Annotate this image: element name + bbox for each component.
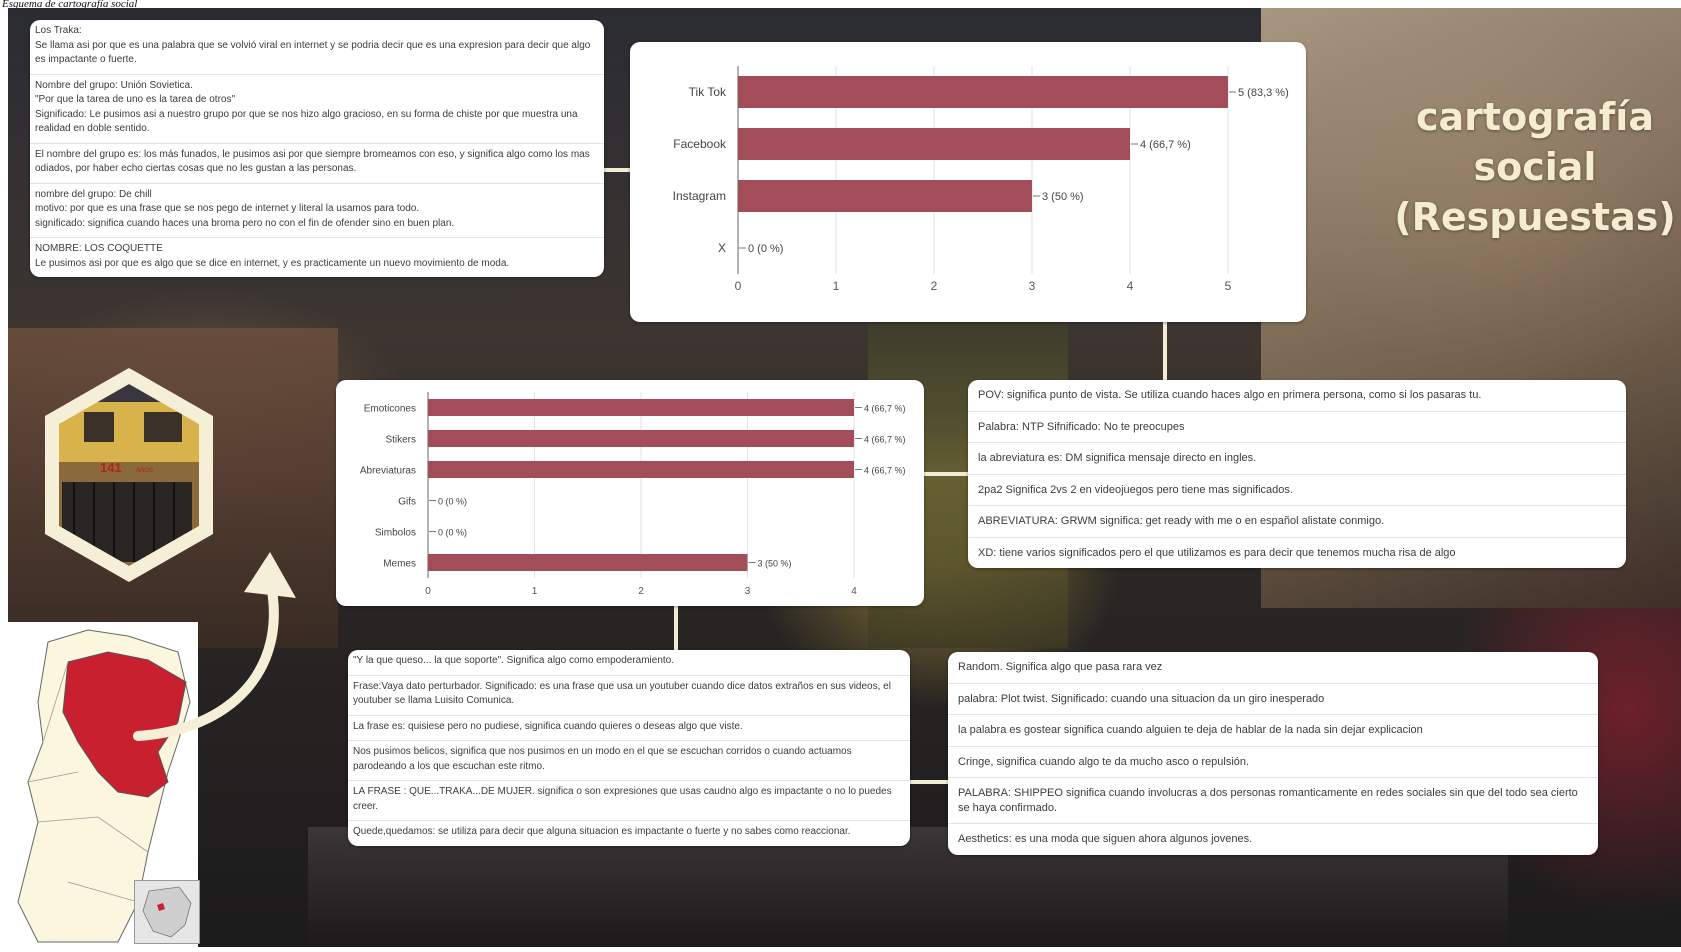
category-label: Simbolos [375,528,416,539]
response-entry: La frase es: quisiese pero no pudiese, s… [348,716,910,741]
title-line: social [1473,145,1597,189]
x-tick-label: 2 [638,586,644,597]
data-label: 4 (66,7 %) [864,435,906,445]
category-label: Gifs [398,497,416,508]
category-label: Abreviaturas [360,466,416,477]
response-entry: 2pa2 Significa 2vs 2 en videojuegos pero… [968,475,1626,506]
connector-line [920,472,970,476]
response-entry: Palabra: NTP Sifnificado: No te preocupe… [968,412,1626,443]
response-entry: XD: tiene varios significados pero el qu… [978,546,1456,559]
response-entry: Random. Significa algo que pasa rara vez [948,652,1598,684]
x-tick-label: 0 [425,586,431,597]
bar [428,554,748,571]
bar [738,128,1130,160]
response-entry: Los Traka: Se llama asi por que es una p… [30,20,604,75]
response-entry: ABREVIATURA: GRWM significa: get ready w… [968,506,1626,538]
bar [428,399,854,416]
category-label: Memes [383,559,416,570]
response-entry: Nombre del grupo: Unión Sovietica. "Por … [30,75,604,144]
category-label: Stikers [385,435,416,446]
connector-line [674,606,678,650]
x-tick-label: 3 [1029,279,1036,293]
title-line: (Respuestas) [1394,195,1676,239]
x-tick-label: 2 [931,279,938,293]
x-tick-label: 1 [833,279,840,293]
x-tick-label: 4 [1127,279,1134,293]
connector-line [910,780,948,784]
response-entry: NOMBRE: LOS COQUETTE Le pusimos asi por … [35,243,510,269]
figure-caption: Esquema de cartografía social [2,0,138,8]
bar [428,461,854,478]
data-label: 0 (0 %) [438,497,467,507]
response-entry: Quede,quedamos: se utiliza para decir qu… [353,826,851,837]
data-label: 4 (66,7 %) [1140,139,1191,151]
panel-group-names: Los Traka: Se llama asi por que es una p… [30,20,604,277]
page-title: cartografía social (Respuestas) [1370,92,1681,242]
arrow-icon [133,552,296,741]
panel-phrases: "Y la que queso... la que soporte". Sign… [348,650,910,846]
data-label: 4 (66,7 %) [864,466,906,476]
title-line: cartografía [1416,95,1654,139]
category-label: Tik Tok [689,85,727,99]
sign-label: AÑOS [136,467,153,474]
response-entry: "Y la que queso... la que soporte". Sign… [348,650,910,676]
data-label: 0 (0 %) [748,243,783,255]
data-label: 3 (50 %) [1042,191,1084,203]
response-entry: nombre del grupo: De chill motivo: por q… [30,184,604,238]
panel-abbreviations: POV: significa punto de vista. Se utiliz… [968,380,1626,568]
chart-svg: 0 1 2 3 4 Emoticones 4 (66,7 %) Stikers 4 (66,7 … [360,392,906,597]
response-entry: palabra: Plot twist. Significado: cuando… [948,684,1598,715]
category-label: Emoticones [364,404,416,415]
response-entry: la abreviatura es: DM significa mensaje … [968,443,1626,475]
bar [428,430,854,447]
response-entry: Cringe, significa cuando algo te da much… [948,747,1598,778]
response-entry: LA FRASE : QUE...TRAKA...DE MUJER. signi… [348,781,910,821]
response-entry: POV: significa punto de vista. Se utiliz… [968,380,1626,412]
response-entry: El nombre del grupo es: los más funados,… [30,144,604,184]
response-entry: Aesthetics: es una moda que siguen ahora… [958,833,1253,845]
category-label: Instagram [673,189,726,203]
data-label: 0 (0 %) [438,528,467,538]
response-entry: Nos pusimos belicos, significa que nos p… [348,741,910,781]
category-label: Facebook [673,137,727,151]
response-entry: la palabra es gostear significa cuando a… [948,715,1598,747]
sign-number: 141 [100,460,122,475]
chart-social-networks: 0 1 2 3 4 5 Tik Tok 5 (83,3 %) Facebook 4 (66,7 %… [630,42,1306,322]
chart-communication-types: 0 1 2 3 4 Emoticones 4 (66,7 %) Stikers 4 (66,7 … [336,380,924,606]
x-tick-label: 5 [1225,279,1232,293]
data-label: 3 (50 %) [758,559,792,569]
bar [738,76,1228,108]
x-tick-label: 3 [745,586,751,597]
x-tick-label: 0 [735,279,742,293]
chart-svg: 0 1 2 3 4 5 Tik Tok 5 (83,3 %) Facebook 4 (66,7 %… [673,66,1289,293]
x-tick-label: 4 [851,586,857,597]
data-label: 4 (66,7 %) [864,404,906,414]
x-tick-label: 1 [532,586,538,597]
response-entry: Frase:Vaya dato perturbador. Significado… [348,676,910,716]
connector-line [1163,322,1167,382]
data-label: 5 (83,3 %) [1238,87,1289,99]
panel-slang-words: Random. Significa algo que pasa rara vez… [948,652,1598,855]
category-label: X [718,241,726,255]
country-inset-map [134,880,200,944]
response-entry: PALABRA: SHIPPEO significa cuando involu… [948,778,1598,824]
bar [738,180,1032,212]
